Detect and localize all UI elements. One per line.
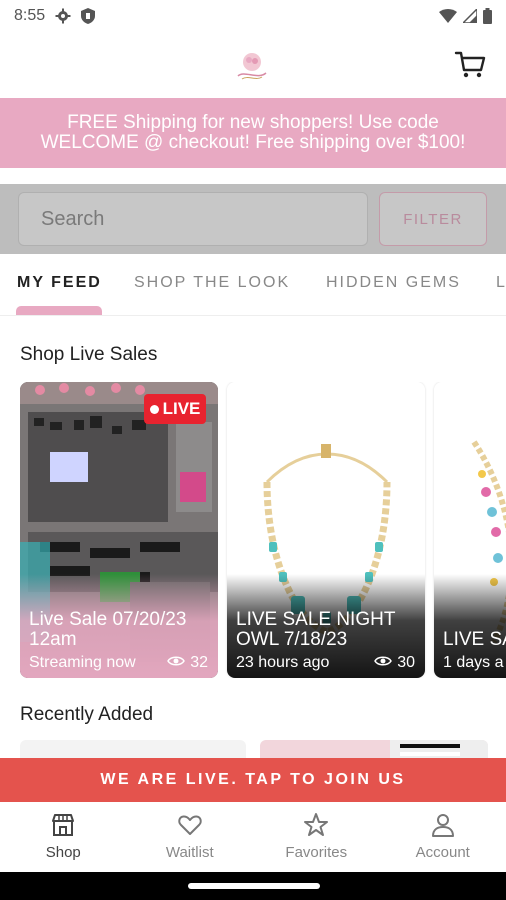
recent-item-thumbnail (390, 740, 488, 760)
card-status: 1 days a (443, 654, 504, 671)
eye-icon (167, 654, 186, 672)
search-bar: FILTER (0, 184, 506, 254)
promo-banner[interactable]: FREE Shipping for new shoppers! Use code… (0, 98, 506, 168)
bottom-navigation: Shop Waitlist Favorites Account (0, 802, 506, 872)
card-status: 23 hours ago (236, 654, 330, 671)
promo-line-1: FREE Shipping for new shoppers! Use code (67, 112, 439, 133)
system-gesture-bar (0, 872, 506, 900)
view-count: 30 (374, 654, 415, 672)
brand-logo[interactable] (232, 48, 272, 82)
live-dot-icon (149, 404, 159, 414)
app-header (0, 32, 506, 98)
section-title-recently-added: Recently Added (20, 704, 154, 725)
shop-icon (52, 814, 75, 836)
live-badge-label: LIVE (162, 399, 201, 418)
live-sale-card[interactable]: LIVE SA OWL 7 1 days a (434, 382, 506, 678)
nav-account-label: Account (415, 844, 470, 861)
eye-icon (374, 654, 393, 672)
live-sales-carousel[interactable]: LIVE Live Sale 07/20/23 12am Streaming n… (0, 382, 506, 678)
nav-shop[interactable]: Shop (0, 802, 127, 872)
live-badge: LIVE (144, 394, 206, 424)
status-bar: 8:55 (0, 0, 506, 32)
view-count-value: 30 (397, 654, 415, 671)
tab-hidden-gems[interactable]: HIDDEN GEMS (326, 274, 461, 292)
card-title: Live Sale 07/20/23 12am (29, 609, 187, 650)
nav-account[interactable]: Account (380, 802, 506, 872)
cart-icon[interactable] (454, 48, 486, 80)
live-sale-card[interactable]: LIVE Live Sale 07/20/23 12am Streaming n… (20, 382, 218, 678)
star-icon (304, 813, 329, 836)
nav-shop-label: Shop (45, 844, 81, 861)
heart-icon (178, 815, 202, 835)
status-time: 8:55 (14, 7, 46, 24)
active-tab-indicator (16, 306, 102, 315)
promo-line-2: WELCOME @ checkout! Free shipping over $… (40, 132, 466, 153)
card-title: LIVE SALE NIGHT OWL 7/18/23 (236, 609, 396, 650)
recent-item-card[interactable] (260, 740, 488, 760)
cellular-signal-icon (463, 9, 477, 23)
card-title: LIVE SA OWL 7 (443, 629, 506, 650)
wifi-icon (439, 9, 457, 23)
shield-icon (81, 8, 96, 24)
nav-waitlist-label: Waitlist (165, 844, 214, 861)
tab-shop-the-look[interactable]: SHOP THE LOOK (134, 274, 290, 292)
person-icon (431, 814, 454, 837)
card-status: Streaming now (29, 654, 136, 671)
nav-favorites-label: Favorites (285, 844, 348, 861)
live-sale-card[interactable]: LIVE SALE NIGHT OWL 7/18/23 23 hours ago… (227, 382, 425, 678)
filter-button[interactable]: FILTER (379, 192, 487, 246)
tab-my-feed[interactable]: MY FEED (17, 274, 102, 292)
search-input[interactable] (18, 192, 368, 246)
view-count: 32 (167, 654, 208, 672)
category-tabs: MY FEED SHOP THE LOOK HIDDEN GEMS L (0, 254, 506, 316)
tab-next-partial[interactable]: L (496, 274, 506, 292)
view-count-value: 32 (190, 654, 208, 671)
home-gesture-handle[interactable] (188, 883, 320, 889)
nav-favorites[interactable]: Favorites (253, 802, 380, 872)
join-live-banner[interactable]: WE ARE LIVE. TAP TO JOIN US (0, 758, 506, 802)
section-title-live-sales: Shop Live Sales (20, 344, 158, 365)
settings-gear-icon (55, 8, 71, 24)
nav-waitlist[interactable]: Waitlist (127, 802, 254, 872)
recent-item-card[interactable] (20, 740, 246, 760)
battery-icon (483, 8, 492, 24)
